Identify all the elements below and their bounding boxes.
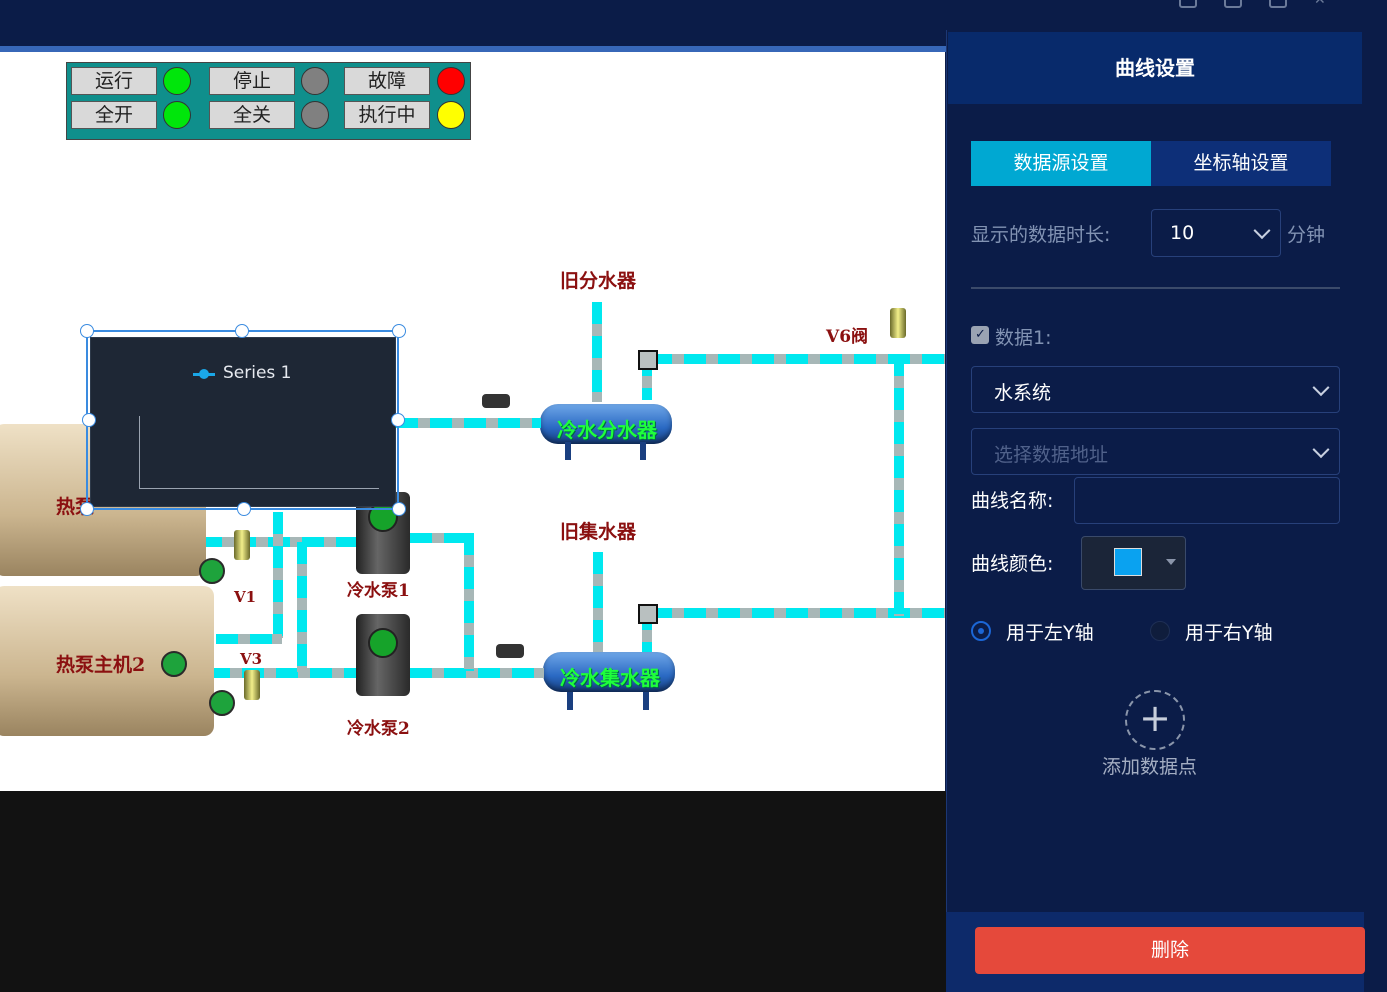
duration-select[interactable]: 10: [1151, 209, 1281, 257]
curve-name-input[interactable]: [1074, 477, 1340, 524]
tab-axis-settings[interactable]: 坐标轴设置: [1151, 141, 1331, 186]
v1-label: V1: [234, 588, 257, 606]
caret-down-icon: [1166, 559, 1176, 565]
pump2-status-lamp: [368, 628, 398, 658]
left-axis-radio[interactable]: [971, 621, 991, 641]
lamp-running: [163, 67, 191, 95]
cold-distributor-label: 冷水分水器: [557, 418, 657, 442]
window-title-bar: ✕: [0, 0, 1387, 31]
legend-label-full-close: 全关: [209, 101, 295, 129]
legend-label-executing: 执行中: [344, 101, 430, 129]
data-address-placeholder: 选择数据地址: [994, 444, 1109, 466]
v3-status-lamp: [209, 690, 235, 716]
old-distributor-label: 旧分水器: [560, 270, 637, 292]
copy-icon[interactable]: [1224, 0, 1242, 8]
resize-handle[interactable]: [80, 502, 94, 516]
tank-leg: [565, 442, 571, 460]
pipe-chiller-riser-2: [297, 542, 307, 672]
tank-leg: [567, 692, 573, 710]
pipe-elbow: [638, 604, 658, 624]
legend-label-running: 运行: [71, 67, 157, 95]
pump2-label: 冷水泵2: [347, 719, 410, 739]
lamp-executing: [437, 101, 465, 129]
divider: [971, 287, 1340, 289]
pipe-old-distributor: [592, 302, 602, 402]
lamp-fault: [437, 67, 465, 95]
legend-label-full-open: 全开: [71, 101, 157, 129]
delete-button[interactable]: 删除: [975, 927, 1365, 974]
lamp-full-close: [301, 101, 329, 129]
close-icon[interactable]: ✕: [1314, 0, 1332, 8]
duration-value: 10: [1170, 222, 1195, 244]
add-data-point-button[interactable]: +: [1125, 690, 1185, 750]
chevron-down-icon: [1312, 440, 1330, 458]
data-address-select[interactable]: 选择数据地址: [971, 428, 1340, 475]
motor-valve-icon[interactable]: [482, 394, 510, 408]
lamp-full-open: [163, 101, 191, 129]
system-select-value: 水系统: [994, 382, 1052, 404]
selection-box: [86, 330, 399, 510]
resize-handle[interactable]: [392, 324, 406, 338]
left-axis-label: 用于左Y轴: [1006, 622, 1094, 644]
legend-label-fault: 故障: [344, 67, 430, 95]
color-picker[interactable]: [1081, 536, 1186, 590]
duration-label: 显示的数据时长:: [971, 224, 1111, 246]
panel-title: 曲线设置: [1115, 56, 1195, 80]
cold-collector-label: 冷水集水器: [560, 666, 660, 690]
add-data-point-label: 添加数据点: [1102, 756, 1198, 778]
lamp-stopped: [301, 67, 329, 95]
legend-label-stopped: 停止: [209, 67, 295, 95]
v1-status-lamp: [199, 558, 225, 584]
v6-valve-icon[interactable]: [890, 308, 906, 338]
data1-label: 数据1:: [995, 327, 1052, 349]
resize-handle[interactable]: [237, 502, 251, 516]
heat-pump2-status-lamp: [161, 651, 187, 677]
resize-handle[interactable]: [392, 502, 406, 516]
old-collector-label: 旧集水器: [560, 521, 637, 543]
radio-dot: [978, 628, 984, 634]
heat-pump2-label: 热泵主机2: [56, 654, 146, 676]
pipe-pump-riser: [464, 533, 474, 671]
pipe-bypass: [894, 354, 904, 616]
pipe-to-collector: [410, 668, 544, 678]
pipe-pump2-suction: [208, 668, 358, 678]
canvas-empty-area: [0, 791, 946, 992]
right-axis-radio[interactable]: [1150, 621, 1170, 641]
pipe-chiller-riser: [273, 512, 283, 638]
status-legend: 运行 停止 故障 全开 全关 执行中: [66, 62, 471, 140]
resize-handle[interactable]: [391, 413, 405, 427]
plus-icon: +: [1139, 696, 1171, 740]
pipe-chiller2-outlet: [216, 634, 282, 644]
data1-checkbox[interactable]: ✓: [971, 326, 989, 344]
color-swatch: [1114, 548, 1142, 576]
check-icon: ✓: [975, 327, 986, 342]
resize-handle[interactable]: [235, 324, 249, 338]
pipe-elbow: [638, 350, 658, 370]
v1-valve-icon[interactable]: [234, 530, 250, 560]
resize-handle[interactable]: [80, 324, 94, 338]
pipe-pump1-discharge: [410, 533, 470, 543]
pipe-old-collector: [593, 552, 603, 652]
curve-color-label: 曲线颜色:: [971, 553, 1054, 575]
v3-valve-icon[interactable]: [244, 670, 260, 700]
tab-data-source[interactable]: 数据源设置: [971, 141, 1151, 186]
delete-icon[interactable]: [1269, 0, 1287, 8]
pump1-label: 冷水泵1: [347, 581, 410, 601]
tank-leg: [643, 692, 649, 710]
resize-handle[interactable]: [82, 413, 96, 427]
system-select[interactable]: 水系统: [971, 366, 1340, 413]
right-axis-label: 用于右Y轴: [1185, 622, 1273, 644]
v3-label: V3: [240, 650, 263, 668]
pipe-to-distributor: [396, 418, 541, 428]
chevron-down-icon: [1312, 378, 1330, 396]
motor-valve-icon[interactable]: [496, 644, 524, 658]
panel-scrollbar[interactable]: [1366, 30, 1387, 992]
tank-leg: [640, 442, 646, 460]
save-icon[interactable]: [1179, 0, 1197, 8]
duration-unit: 分钟: [1287, 224, 1326, 246]
chevron-down-icon: [1253, 222, 1271, 240]
curve-name-label: 曲线名称:: [971, 490, 1054, 512]
v6-valve-label: V6阀: [826, 327, 869, 347]
